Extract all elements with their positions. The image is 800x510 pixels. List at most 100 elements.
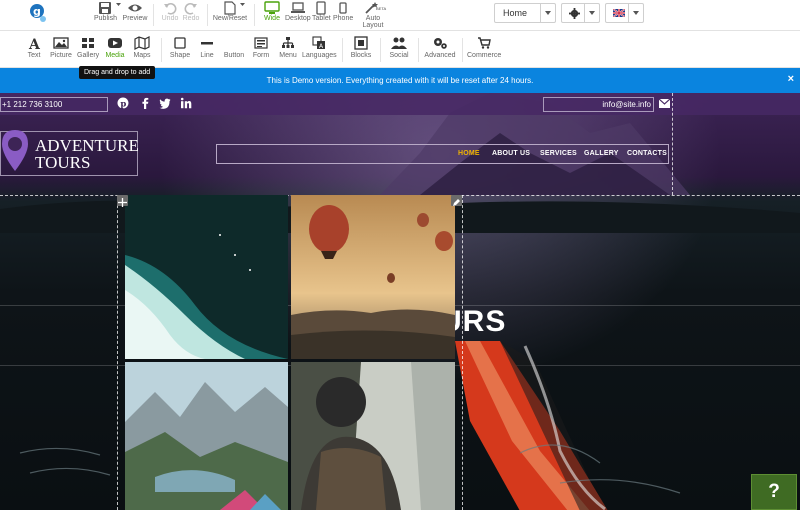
desktop-view-button[interactable]: Desktop	[285, 1, 311, 29]
commerce-element-button[interactable]: Commerce	[467, 36, 501, 66]
line-element-button[interactable]: Line	[196, 36, 218, 66]
toolbar-divider	[342, 38, 343, 62]
pencil-icon	[453, 199, 460, 206]
gallery-element-button[interactable]: Gallery	[77, 36, 99, 66]
text-icon: A	[28, 37, 41, 50]
sitemap-icon	[282, 37, 294, 48]
shape-element-button[interactable]: Shape	[168, 36, 192, 66]
phone-view-button[interactable]: Phone	[333, 1, 353, 29]
advanced-element-button[interactable]: Advanced	[424, 36, 456, 66]
linkedin-icon[interactable]	[180, 97, 192, 109]
envelope-icon	[659, 99, 670, 108]
phone-number-text[interactable]: +1 212 736 3100	[0, 97, 108, 112]
svg-text:g: g	[33, 5, 41, 18]
toolbar-divider	[161, 38, 162, 62]
wide-view-button[interactable]: Wide	[262, 1, 282, 29]
gallery-photo-mountains[interactable]	[125, 362, 288, 510]
nav-item-contacts[interactable]: CONTACTS	[627, 150, 667, 157]
blocks-element-button[interactable]: Blocks	[349, 36, 373, 66]
gallery-photo-balloons[interactable]	[291, 195, 455, 359]
toolbar-divider	[462, 38, 463, 62]
users-icon	[391, 37, 407, 49]
phone-icon	[339, 2, 347, 14]
svg-text:p: p	[120, 99, 126, 109]
eye-icon	[128, 4, 142, 12]
top-toolbar: g Publish Preview Undo Redo New/Reset Wi…	[0, 0, 800, 31]
publish-button[interactable]: Publish	[94, 1, 117, 29]
selection-guide-vertical	[117, 195, 118, 510]
save-icon	[99, 2, 111, 14]
move-handle-icon[interactable]	[117, 195, 128, 207]
languages-element-button[interactable]: A Languages	[302, 36, 337, 66]
laptop-icon	[290, 2, 305, 13]
site-logo[interactable]: ADVENTURE TOURS	[0, 130, 139, 176]
square-shape-icon	[174, 37, 186, 49]
svg-text:A: A	[28, 37, 41, 50]
new-reset-dropdown-icon[interactable]	[240, 3, 245, 7]
app-logo-icon[interactable]: g	[27, 2, 49, 24]
text-element-button[interactable]: A Text	[24, 36, 44, 66]
move-arrows-icon	[118, 198, 127, 207]
settings-dropdown[interactable]	[561, 3, 600, 23]
media-element-button[interactable]: Media	[104, 36, 126, 66]
elements-toolbar: A Text Picture Gallery Media Maps Shape …	[0, 32, 800, 68]
cart-icon	[478, 37, 491, 49]
nav-item-services[interactable]: SERVICES	[540, 150, 577, 157]
social-element-button[interactable]: Social	[388, 36, 410, 66]
video-play-icon	[108, 38, 122, 48]
map-pin-icon	[2, 130, 28, 171]
menu-element-button[interactable]: Menu	[277, 36, 299, 66]
redo-icon	[184, 3, 197, 15]
site-info-bar: +1 212 736 3100 p info@site.info	[0, 93, 800, 115]
twitter-icon[interactable]	[159, 97, 171, 109]
blocks-icon	[354, 36, 368, 50]
editor-canvas[interactable]: URS +1 212 736 3100 p info@site.info ADV…	[0, 93, 800, 510]
help-button[interactable]: ?	[751, 474, 797, 510]
gallery-photo-hiker[interactable]	[291, 362, 455, 510]
pinterest-icon[interactable]: p	[117, 97, 129, 109]
monitor-icon	[264, 1, 280, 14]
facebook-icon[interactable]	[139, 97, 151, 109]
media-tooltip: Drag and drop to add	[79, 66, 156, 79]
line-icon	[201, 42, 213, 45]
edit-handle-icon[interactable]	[451, 195, 462, 206]
picture-element-button[interactable]: Picture	[49, 36, 73, 66]
nav-item-about-us[interactable]: ABOUT US	[492, 150, 530, 157]
page-select[interactable]: Home	[494, 3, 556, 23]
toolbar-divider	[254, 4, 255, 26]
map-icon	[134, 36, 150, 50]
form-icon	[254, 37, 268, 49]
uk-flag-icon	[613, 9, 625, 17]
tablet-view-button[interactable]: Tablet	[312, 1, 331, 29]
nav-item-gallery[interactable]: GALLERY	[584, 150, 619, 157]
gallery-grid-icon	[82, 38, 94, 48]
close-icon[interactable]: ×	[788, 73, 794, 85]
new-page-icon	[224, 1, 236, 15]
chevron-down-icon	[628, 4, 643, 22]
picture-icon	[53, 37, 69, 49]
gear-icon	[569, 8, 580, 19]
layout-guide-vertical	[672, 93, 673, 195]
site-logo-text: ADVENTURE TOURS	[35, 136, 139, 172]
email-address-text[interactable]: info@site.info	[543, 97, 654, 112]
beta-badge: BETA	[376, 6, 387, 11]
toolbar-divider	[207, 4, 208, 26]
undo-button[interactable]: Undo	[160, 1, 180, 29]
toolbar-divider	[153, 4, 154, 26]
gallery-element[interactable]	[125, 195, 455, 510]
redo-button[interactable]: Redo	[181, 1, 201, 29]
button-element-button[interactable]: Button	[222, 36, 246, 66]
publish-dropdown-icon[interactable]	[116, 3, 121, 7]
chevron-down-icon	[540, 4, 555, 22]
tablet-icon	[316, 1, 326, 15]
toolbar-divider	[380, 38, 381, 62]
nav-item-home[interactable]: HOME	[458, 150, 480, 157]
gears-icon	[434, 38, 447, 49]
form-element-button[interactable]: Form	[251, 36, 271, 66]
preview-button[interactable]: Preview	[122, 1, 148, 29]
translate-icon: A	[312, 36, 325, 50]
maps-element-button[interactable]: Maps	[131, 36, 153, 66]
language-dropdown[interactable]	[605, 3, 644, 23]
gallery-photo-wave[interactable]	[125, 195, 288, 359]
undo-icon	[164, 3, 177, 15]
